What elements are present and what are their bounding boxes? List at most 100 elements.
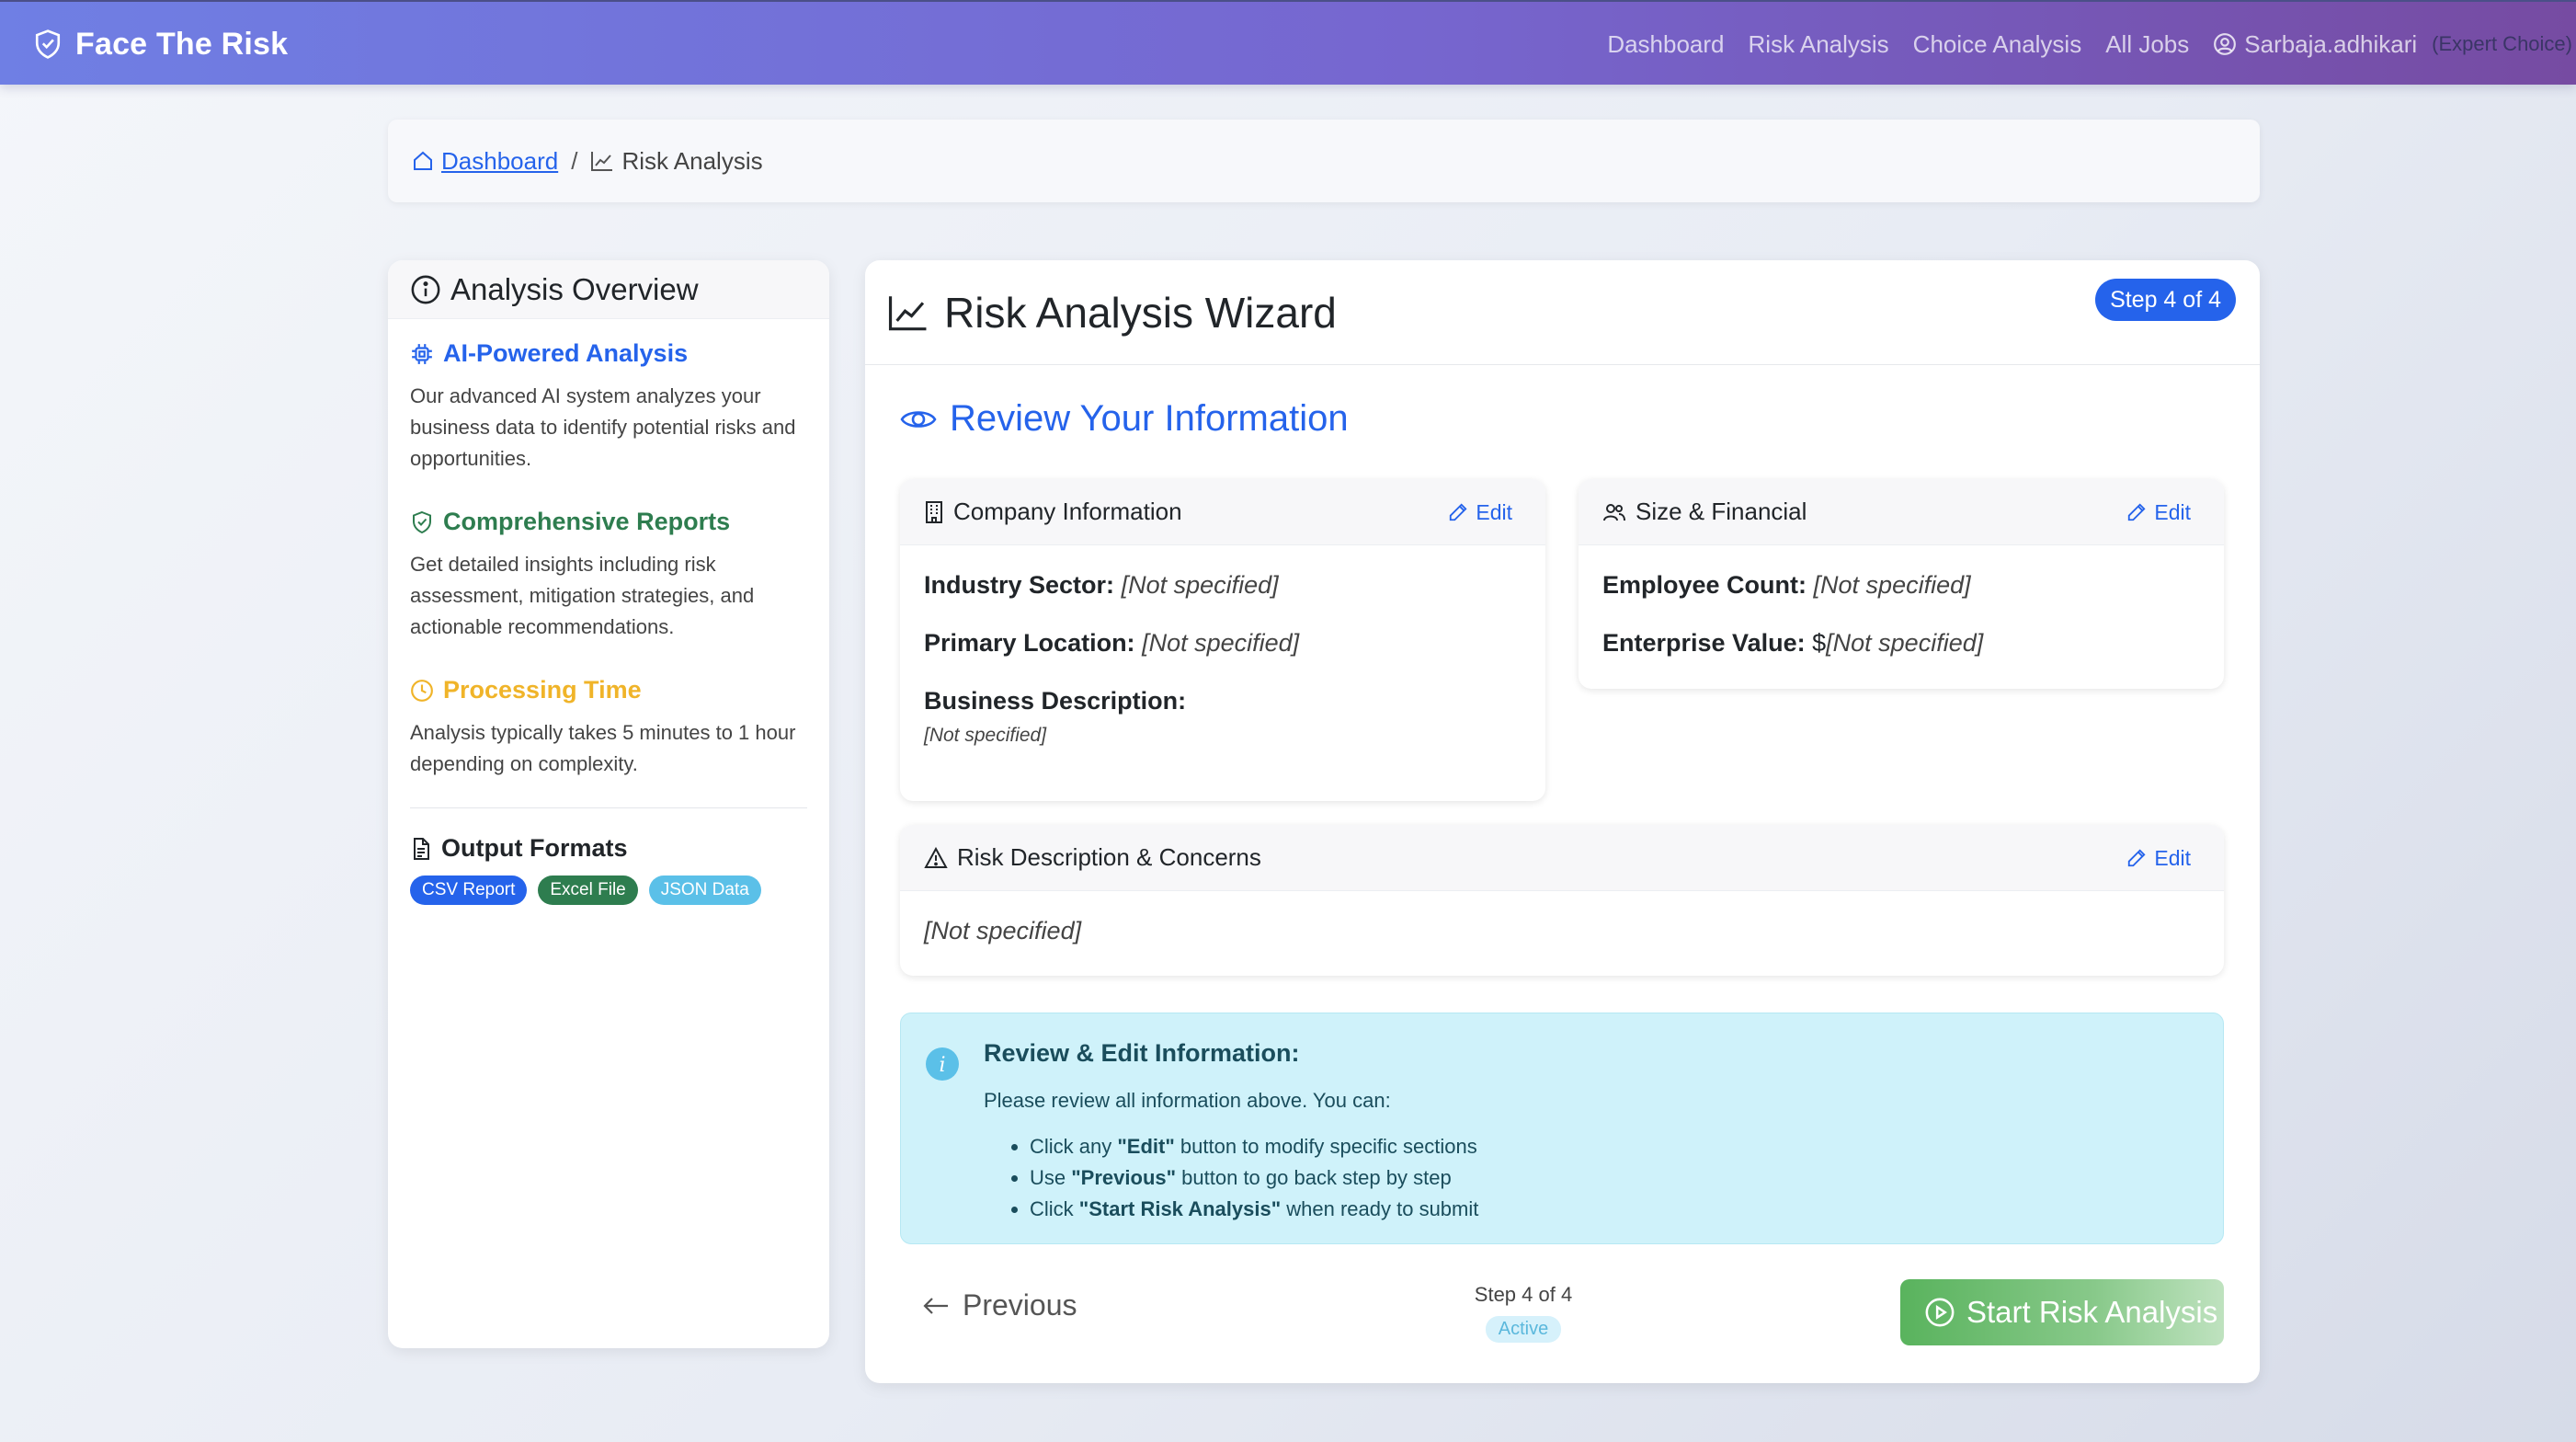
employee-count-field: Employee Count: [Not specified]	[1602, 571, 2200, 600]
badge-csv-report: CSV Report	[410, 876, 528, 905]
enterprise-value-label: Enterprise Value:	[1602, 629, 1806, 657]
enterprise-value-field: Enterprise Value: $[Not specified]	[1602, 629, 2200, 658]
previous-label: Previous	[963, 1288, 1077, 1322]
risk-description-value: [Not specified]	[924, 917, 1082, 944]
processing-time-title: Processing Time	[443, 676, 642, 704]
breadcrumb-dashboard-link[interactable]: Dashboard	[412, 147, 558, 176]
step-indicator-text: Step 4 of 4	[1474, 1283, 1573, 1306]
edit-risk-label: Edit	[2154, 845, 2191, 870]
nav-links: Dashboard Risk Analysis Choice Analysis …	[1583, 2, 2572, 86]
nav-link-dashboard[interactable]: Dashboard	[1607, 30, 1724, 59]
edit-company-button[interactable]: Edit	[1448, 479, 1512, 545]
alert-title: Review & Edit Information:	[984, 1039, 1300, 1067]
start-risk-analysis-button[interactable]: Start Risk Analysis	[1900, 1279, 2224, 1345]
badge-excel-file: Excel File	[538, 876, 638, 905]
risk-analysis-wizard-card: Risk Analysis Wizard Step 4 of 4 Review …	[865, 260, 2260, 1383]
alert-item: Click "Start Risk Analysis" when ready t…	[1030, 1194, 1478, 1225]
alert-list: Click any "Edit" button to modify specif…	[1030, 1131, 1478, 1225]
primary-location-value: [Not specified]	[1142, 629, 1300, 657]
primary-location-field: Primary Location: [Not specified]	[924, 629, 1522, 658]
info-circle-icon	[410, 274, 441, 305]
cpu-icon	[410, 342, 434, 366]
output-formats-title: Output Formats	[441, 834, 628, 862]
alert-item: Click any "Edit" button to modify specif…	[1030, 1131, 1478, 1162]
nav-link-choice-analysis[interactable]: Choice Analysis	[1913, 30, 2082, 59]
risk-card-title: Risk Description & Concerns	[957, 843, 1261, 871]
alert-item-bold: "Previous"	[1071, 1166, 1177, 1189]
sidebar-title: Analysis Overview	[450, 271, 699, 306]
breadcrumb-separator: /	[571, 146, 578, 175]
alert-item-text: Click	[1030, 1197, 1079, 1220]
building-icon	[924, 500, 944, 524]
file-text-icon	[410, 837, 432, 861]
business-description-label: Business Description:	[924, 687, 1187, 715]
chart-line-icon	[590, 150, 614, 172]
alert-intro: Please review all information above. You…	[984, 1089, 1391, 1112]
user-circle-icon	[2213, 32, 2237, 56]
business-description-field: Business Description: [Not specified]	[924, 687, 1522, 747]
shield-check-icon	[410, 510, 434, 534]
company-card-header: Company Information Edit	[900, 479, 1545, 545]
processing-time-section: Processing Time Analysis typically takes…	[410, 676, 807, 780]
step-indicator: Step 4 of 4 Active	[1431, 1283, 1615, 1343]
alert-item-bold: "Edit"	[1117, 1135, 1175, 1158]
info-icon: i	[925, 1047, 960, 1082]
wizard-title: Risk Analysis Wizard	[944, 288, 1337, 337]
industry-sector-label: Industry Sector:	[924, 571, 1115, 599]
home-icon	[412, 150, 434, 172]
breadcrumb-dashboard-label: Dashboard	[441, 146, 559, 175]
edit-risk-button[interactable]: Edit	[2126, 825, 2191, 891]
svg-text:i: i	[939, 1054, 945, 1077]
step-badge: Step 4 of 4	[2095, 279, 2236, 321]
step-status-badge: Active	[1485, 1316, 1562, 1343]
edit-size-button[interactable]: Edit	[2126, 479, 2191, 545]
user-menu[interactable]: Sarbaja.adhikari	[2213, 30, 2417, 59]
employee-count-value: [Not specified]	[1813, 571, 1971, 599]
alert-item-text: button to modify specific sections	[1174, 1135, 1477, 1158]
chart-line-icon	[887, 292, 929, 333]
ai-powered-section: AI-Powered Analysis Our advanced AI syst…	[410, 339, 807, 475]
alert-item-text: Use	[1030, 1166, 1072, 1189]
warning-triangle-icon	[924, 846, 948, 869]
top-navbar: Face The Risk Dashboard Risk Analysis Ch…	[0, 0, 2576, 85]
review-heading: Review Your Information	[900, 398, 1349, 440]
eye-icon	[900, 406, 937, 432]
primary-location-label: Primary Location:	[924, 629, 1135, 657]
brand[interactable]: Face The Risk	[33, 2, 288, 86]
employee-count-label: Employee Count:	[1602, 571, 1807, 599]
alert-item-text: Click any	[1030, 1135, 1118, 1158]
review-title: Review Your Information	[950, 398, 1349, 439]
size-financial-card: Size & Financial Edit Employee Count: [N…	[1579, 479, 2224, 689]
pencil-icon	[1448, 502, 1468, 522]
previous-button[interactable]: Previous	[922, 1288, 1077, 1322]
business-description-value: [Not specified]	[924, 725, 1047, 746]
arrow-left-icon	[922, 1295, 950, 1317]
nav-link-risk-analysis[interactable]: Risk Analysis	[1749, 30, 1889, 59]
nav-link-all-jobs[interactable]: All Jobs	[2105, 30, 2189, 59]
enterprise-value-value: [Not specified]	[1826, 629, 1984, 657]
ai-powered-text: Our advanced AI system analyzes your bus…	[410, 384, 796, 470]
risk-description-card: Risk Description & Concerns Edit [Not sp…	[900, 825, 2224, 976]
alert-item-text: when ready to submit	[1281, 1197, 1479, 1220]
ai-powered-title: AI-Powered Analysis	[443, 339, 689, 367]
pencil-icon	[2126, 848, 2147, 868]
clock-icon	[410, 679, 434, 703]
size-card-header: Size & Financial Edit	[1579, 479, 2224, 545]
company-information-card: Company Information Edit Industry Sector…	[900, 479, 1545, 801]
brand-name: Face The Risk	[75, 26, 289, 62]
risk-card-header: Risk Description & Concerns Edit	[900, 825, 2224, 891]
start-risk-analysis-label: Start Risk Analysis	[1966, 1295, 2218, 1329]
play-circle-icon	[1924, 1297, 1955, 1328]
reports-title: Comprehensive Reports	[443, 508, 731, 535]
reports-text: Get detailed insights including risk ass…	[410, 553, 755, 638]
enterprise-value-prefix: $	[1812, 629, 1827, 657]
reports-section: Comprehensive Reports Get detailed insig…	[410, 508, 807, 643]
industry-sector-field: Industry Sector: [Not specified]	[924, 571, 1522, 600]
shield-icon	[33, 29, 63, 60]
edit-size-label: Edit	[2154, 499, 2191, 524]
breadcrumb-current-label: Risk Analysis	[621, 146, 763, 175]
username: Sarbaja.adhikari	[2244, 29, 2418, 58]
output-format-badges: CSV Report Excel File JSON Data	[410, 876, 807, 905]
breadcrumb-current: Risk Analysis	[590, 146, 763, 176]
badge-json-data: JSON Data	[648, 876, 761, 905]
